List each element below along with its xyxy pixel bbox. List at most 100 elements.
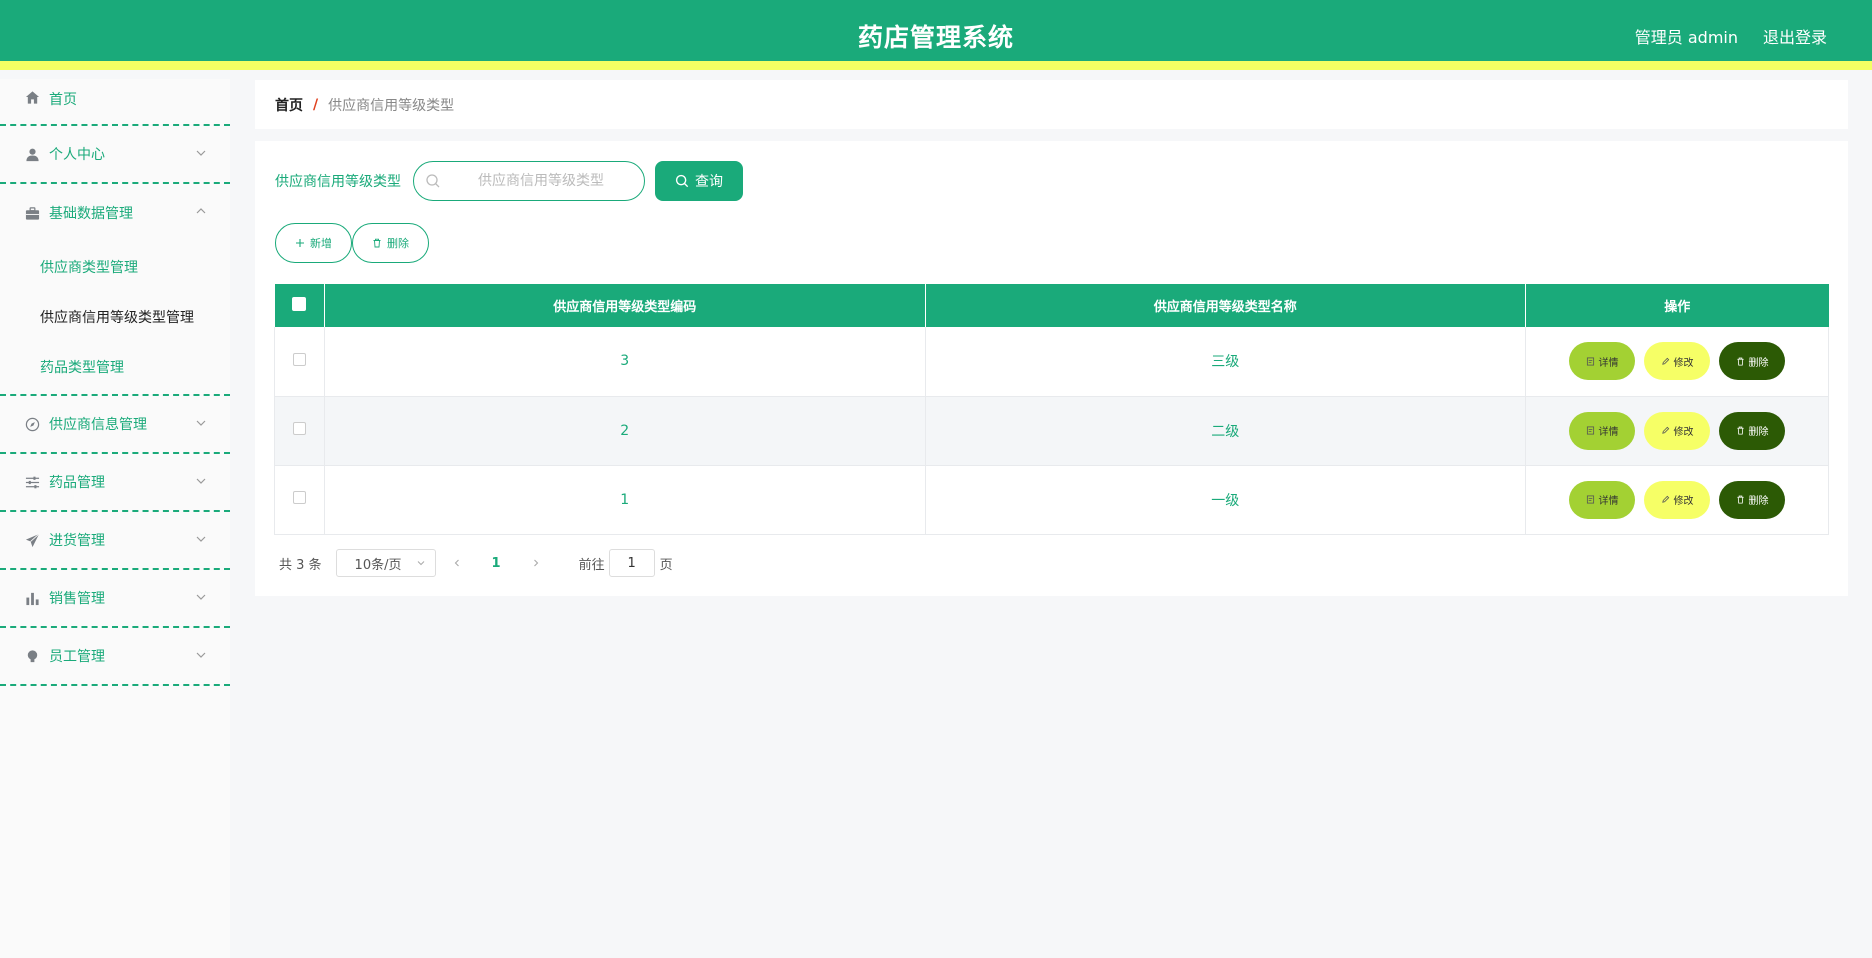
row-checkbox[interactable]	[292, 352, 306, 366]
compass-icon	[24, 416, 40, 432]
page-number-current[interactable]: 1	[492, 556, 501, 571]
sidebar-item-label: 员工管理	[49, 649, 105, 665]
cell-name: 二级	[925, 396, 1527, 466]
chevron-down-icon	[196, 652, 206, 658]
breadcrumb: 首页 / 供应商信用等级类型	[255, 80, 1848, 129]
row-checkbox[interactable]	[292, 491, 306, 504]
cell-ops: 详情 修改 删除	[1525, 465, 1829, 535]
chevron-left-icon	[454, 559, 459, 567]
next-page-button[interactable]	[521, 549, 551, 577]
detail-button[interactable]: 详情	[1569, 480, 1636, 519]
query-button[interactable]: 查询	[655, 161, 743, 201]
sidebar-item-profile[interactable]: 个人中心	[0, 126, 230, 184]
search-input[interactable]	[414, 162, 644, 200]
header-code: 供应商信用等级类型编码	[324, 284, 926, 327]
search-icon	[426, 174, 440, 188]
sidebar-item-home[interactable]: 首页	[0, 79, 230, 126]
pencil-icon	[1661, 357, 1669, 365]
logout-link[interactable]: 退出登录	[1763, 24, 1827, 48]
select-all-checkbox[interactable]	[292, 296, 307, 311]
batch-delete-button-label: 删除	[387, 237, 409, 250]
row-checkbox[interactable]	[292, 422, 306, 435]
breadcrumb-home[interactable]: 首页	[275, 95, 303, 115]
header-name: 供应商信用等级类型名称	[925, 284, 1527, 327]
current-user: 管理员 admin	[1634, 28, 1738, 47]
lightbulb-icon	[24, 648, 40, 664]
sidebar-subitem-supplier-credit-level[interactable]: 供应商信用等级类型管理	[0, 292, 230, 342]
document-icon	[1586, 357, 1594, 366]
table-row: 3 三级 详情 修改 删除	[274, 327, 1829, 397]
add-button[interactable]: 新增	[275, 223, 352, 263]
delete-button[interactable]: 删除	[1719, 342, 1786, 381]
delete-button[interactable]: 删除	[1719, 480, 1786, 519]
sidebar-item-drug[interactable]: 药品管理	[0, 454, 230, 512]
detail-button[interactable]: 详情	[1569, 411, 1636, 450]
batch-delete-button[interactable]: 删除	[352, 223, 429, 263]
cell-name: 三级	[925, 327, 1527, 397]
trash-icon	[1736, 495, 1744, 504]
home-icon	[24, 89, 40, 105]
submenu-basic-data: 供应商类型管理 供应商信用等级类型管理 药品类型管理	[0, 242, 230, 396]
action-bar: 新增 删除	[275, 223, 429, 263]
sidebar-item-label: 药品管理	[49, 475, 105, 491]
page-unit-label: 页	[659, 557, 673, 573]
cell-ops: 详情 修改 删除	[1525, 396, 1829, 466]
chevron-right-icon	[533, 559, 538, 567]
bar-chart-icon	[24, 590, 40, 606]
sidebar-item-label: 进货管理	[49, 533, 105, 549]
plus-icon	[296, 239, 304, 247]
row-select	[274, 465, 325, 535]
edit-button[interactable]: 修改	[1644, 342, 1711, 381]
app-title: 药店管理系统	[857, 23, 1014, 52]
goto-page-input[interactable]	[608, 549, 655, 577]
chevron-up-icon	[196, 208, 206, 214]
chevron-down-icon	[196, 478, 206, 484]
sidebar-subitem-drug-type[interactable]: 药品类型管理	[0, 342, 230, 392]
trash-icon	[1736, 357, 1744, 366]
header-accent-stripe	[0, 61, 1872, 70]
breadcrumb-separator: /	[313, 96, 319, 113]
sidebar-item-label: 个人中心	[49, 147, 105, 163]
cell-name: 一级	[925, 465, 1527, 535]
detail-button-label: 详情	[1598, 357, 1619, 369]
sidebar: 首页 个人中心 基础数据管理 供应商类型管理 供应商信用等级类型管理 药品类型管…	[0, 79, 230, 958]
query-button-label: 查询	[695, 173, 723, 189]
sidebar-subitem-supplier-type[interactable]: 供应商类型管理	[0, 242, 230, 292]
cell-code: 2	[324, 396, 926, 466]
cell-code: 3	[324, 327, 926, 397]
prev-page-button[interactable]	[442, 549, 472, 577]
edit-button[interactable]: 修改	[1644, 411, 1711, 450]
sidebar-item-label: 销售管理	[49, 591, 105, 607]
sidebar-item-basic-data[interactable]: 基础数据管理	[0, 184, 230, 242]
main-panel: 供应商信用等级类型 查询 新增 删除 供应商信用等级类型编码 供应商信用等级类	[255, 141, 1848, 596]
detail-button[interactable]: 详情	[1569, 342, 1636, 381]
row-select	[274, 327, 325, 397]
header-select-all[interactable]	[274, 284, 325, 327]
edit-button[interactable]: 修改	[1644, 480, 1711, 519]
sidebar-item-purchase[interactable]: 进货管理	[0, 512, 230, 570]
pagination: 共 3 条 10条/页 1 前往 页	[279, 548, 673, 578]
data-table: 供应商信用等级类型编码 供应商信用等级类型名称 操作 3 三级 详情 修改 删除	[274, 284, 1829, 535]
edit-button-label: 修改	[1673, 427, 1694, 438]
sliders-icon	[24, 474, 40, 490]
sidebar-item-staff[interactable]: 员工管理	[0, 628, 230, 686]
delete-button[interactable]: 删除	[1719, 411, 1786, 450]
chevron-down-icon	[196, 420, 206, 426]
pencil-icon	[1661, 495, 1669, 503]
briefcase-icon	[24, 205, 40, 221]
row-select	[274, 396, 325, 466]
edit-button-label: 修改	[1673, 357, 1694, 369]
table-row: 2 二级 详情 修改 删除	[274, 396, 1829, 466]
sidebar-item-sales[interactable]: 销售管理	[0, 570, 230, 628]
page-size-select[interactable]: 10条/页	[335, 549, 436, 577]
chevron-down-icon	[417, 561, 424, 566]
sidebar-item-label: 供应商信息管理	[49, 417, 147, 433]
sidebar-item-supplier-info[interactable]: 供应商信息管理	[0, 396, 230, 454]
detail-button-label: 详情	[1598, 496, 1619, 507]
table-header-row: 供应商信用等级类型编码 供应商信用等级类型名称 操作	[274, 284, 1829, 327]
breadcrumb-current: 供应商信用等级类型	[328, 97, 455, 114]
document-icon	[1586, 495, 1594, 504]
cell-ops: 详情 修改 删除	[1525, 327, 1829, 397]
pencil-icon	[1661, 426, 1669, 434]
user-icon	[24, 146, 40, 162]
